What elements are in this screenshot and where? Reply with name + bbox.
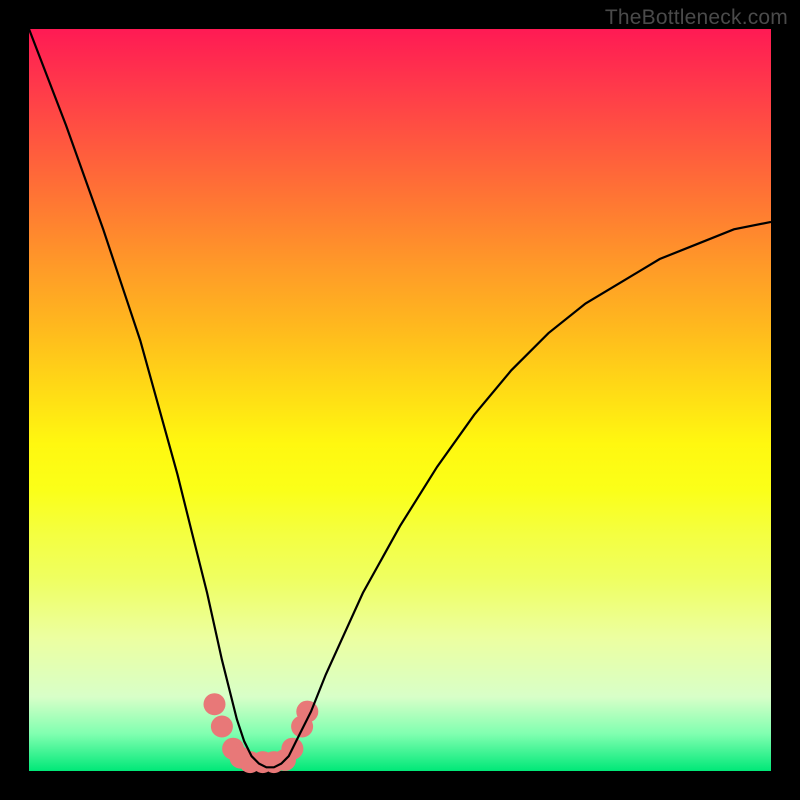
chart-svg [0, 0, 800, 800]
marker-dot [204, 693, 226, 715]
marker-dot [211, 716, 233, 738]
chart-container: TheBottleneck.com [0, 0, 800, 800]
watermark-text: TheBottleneck.com [605, 6, 788, 30]
bottleneck-curve [29, 29, 771, 767]
